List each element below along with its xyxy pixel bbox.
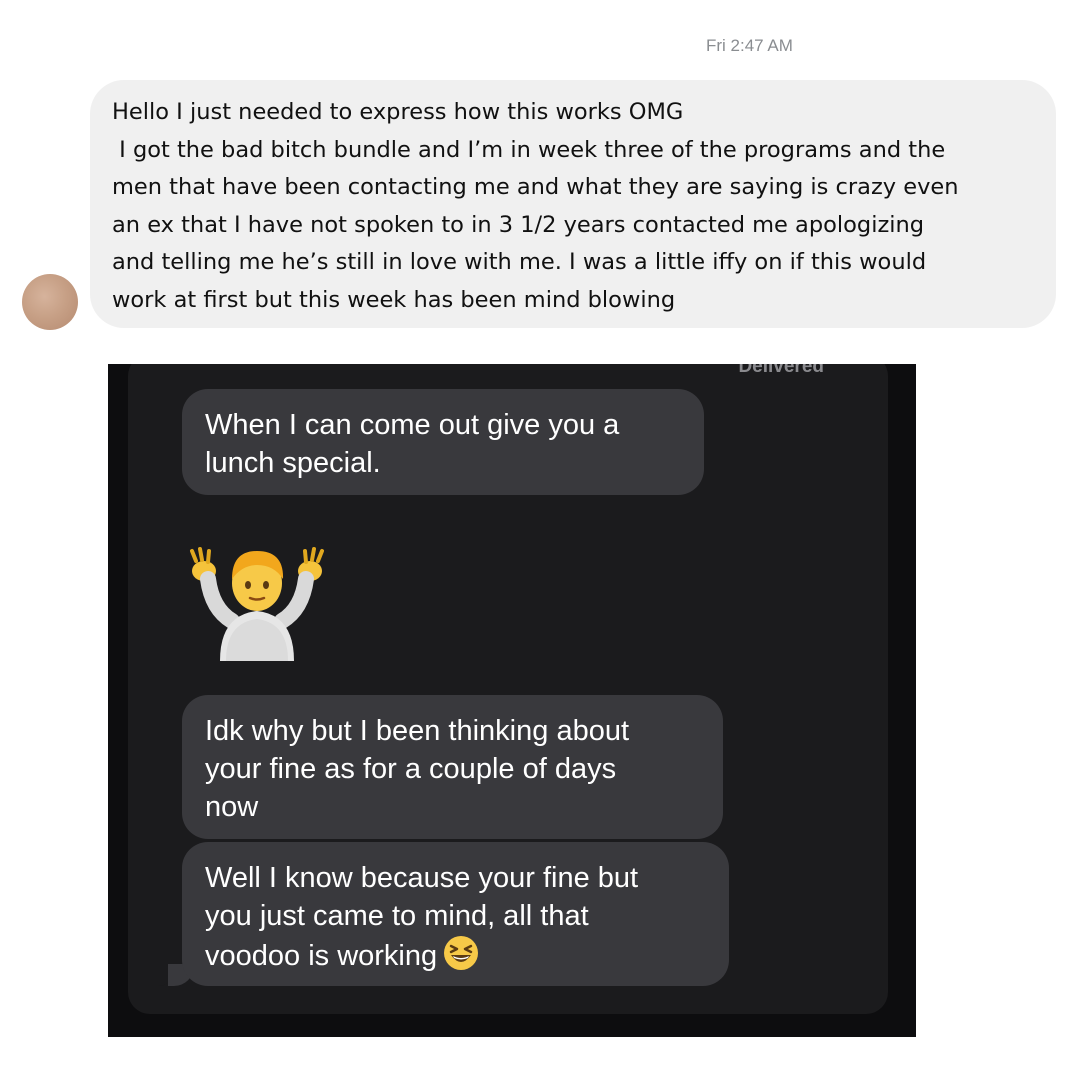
incoming-bubble: When I can come out give you a lunch spe… xyxy=(182,389,704,495)
incoming-bubble: Well I know because your fine but you ju… xyxy=(182,842,729,986)
message-line: I got the bad bitch bundle and I’m in we… xyxy=(112,136,946,163)
bubble-line: now xyxy=(205,791,259,823)
bubble-line: When I can come out give you a xyxy=(205,409,620,441)
incoming-bubble: Idk why but I been thinking about your f… xyxy=(182,695,723,839)
bubble-line: Idk why but I been thinking about xyxy=(205,715,630,747)
bubble-line: lunch special. xyxy=(205,447,381,479)
message-line: Hello I just needed to express how this … xyxy=(112,99,684,125)
message-line: work at first but this week has been min… xyxy=(112,286,676,313)
message-line: an ex that I have not spoken to in 3 1/2… xyxy=(112,211,925,238)
grinning-squinting-face-emoji xyxy=(444,936,479,970)
timestamp-text: Fri 2:47 AM xyxy=(706,36,793,55)
message-line: men that have been contacting me and wha… xyxy=(112,174,959,200)
bubble-line-last: voodoo is working xyxy=(205,935,707,975)
bubble-line: you just came to mind, all that xyxy=(205,900,589,932)
message-line: and telling me he’s still in love with m… xyxy=(112,249,927,275)
bubble-line-text: voodoo is working xyxy=(205,940,438,972)
attached-screenshot-image[interactable]: Delivered When I can come out give you a… xyxy=(108,364,916,1037)
bubble-line: Well I know because your fine but xyxy=(205,862,639,894)
person-shrugging-emoji xyxy=(190,547,324,661)
bubble-line: your fine as for a couple of days xyxy=(205,753,617,785)
received-message-bubble[interactable]: Hello I just needed to express how this … xyxy=(90,80,1056,328)
delivered-status: Delivered xyxy=(738,364,824,377)
screenshot-conversation-panel: Delivered When I can come out give you a… xyxy=(128,364,888,1014)
sender-avatar[interactable] xyxy=(22,274,78,330)
